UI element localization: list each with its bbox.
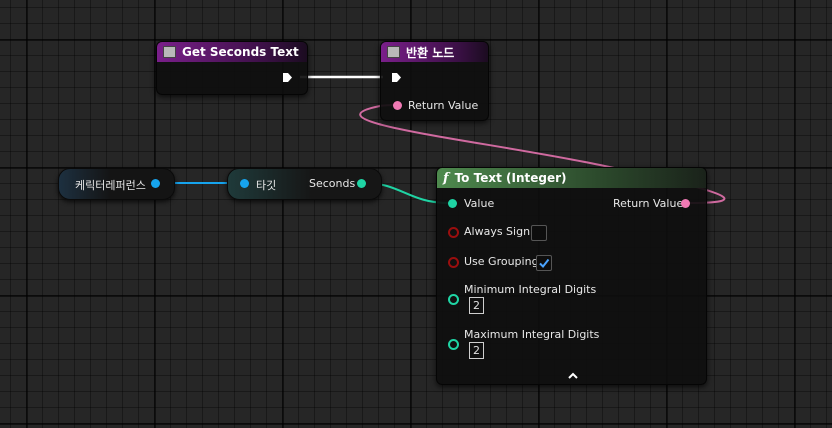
use-grouping-label: Use Grouping: [464, 255, 539, 268]
always-sign-checkbox[interactable]: [531, 225, 547, 241]
to-text-integer-node[interactable]: f To Text (Integer) Value Return Value A…: [436, 167, 707, 385]
target-label: 타깃: [256, 179, 277, 192]
always-sign-label: Always Sign: [464, 225, 531, 238]
return-node[interactable]: 반환 노드 Return Value: [380, 41, 489, 121]
node-title: 반환 노드: [406, 45, 455, 60]
max-digits-input[interactable]: 2: [469, 342, 484, 359]
min-digits-pin[interactable]: [448, 294, 459, 305]
seconds-label: Seconds: [309, 177, 356, 190]
node-header: f To Text (Integer): [437, 168, 706, 188]
node-title: Get Seconds Text: [182, 45, 299, 59]
always-sign-pin[interactable]: [448, 227, 459, 238]
max-digits-pin[interactable]: [448, 339, 459, 350]
function-icon: f: [443, 170, 449, 186]
value-label: Value: [464, 197, 495, 210]
use-grouping-checkbox[interactable]: [536, 255, 552, 271]
return-value-label: Return Value: [408, 99, 479, 112]
node-header: 반환 노드: [381, 42, 488, 62]
character-reference-node[interactable]: 케릭터레퍼런스: [58, 168, 175, 200]
node-title: To Text (Integer): [454, 171, 567, 185]
return-value-out-pin[interactable]: [681, 199, 690, 208]
character-reference-label: 케릭터레퍼런스: [75, 179, 146, 192]
checkmark-icon: [539, 258, 550, 269]
exec-in-pin[interactable]: [391, 72, 402, 83]
get-seconds-text-node[interactable]: Get Seconds Text: [156, 41, 308, 95]
min-digits-label: Minimum Integral Digits: [464, 283, 597, 296]
max-digits-label: Maximum Integral Digits: [464, 328, 600, 341]
object-out-pin[interactable]: [151, 179, 160, 188]
target-in-pin[interactable]: [240, 179, 249, 188]
seconds-getter-node[interactable]: 타깃 Seconds: [227, 168, 382, 200]
chevron-up-icon[interactable]: [567, 371, 579, 379]
return-value-pin[interactable]: [393, 101, 402, 110]
exec-out-pin[interactable]: [282, 72, 293, 83]
use-grouping-pin[interactable]: [448, 257, 459, 268]
seconds-out-pin[interactable]: [357, 179, 366, 188]
min-digits-input[interactable]: 2: [469, 297, 484, 314]
value-in-pin[interactable]: [448, 199, 457, 208]
node-header: Get Seconds Text: [157, 42, 307, 62]
return-value-label: Return Value: [613, 197, 684, 210]
function-icon: [163, 46, 176, 58]
function-icon: [387, 46, 400, 58]
